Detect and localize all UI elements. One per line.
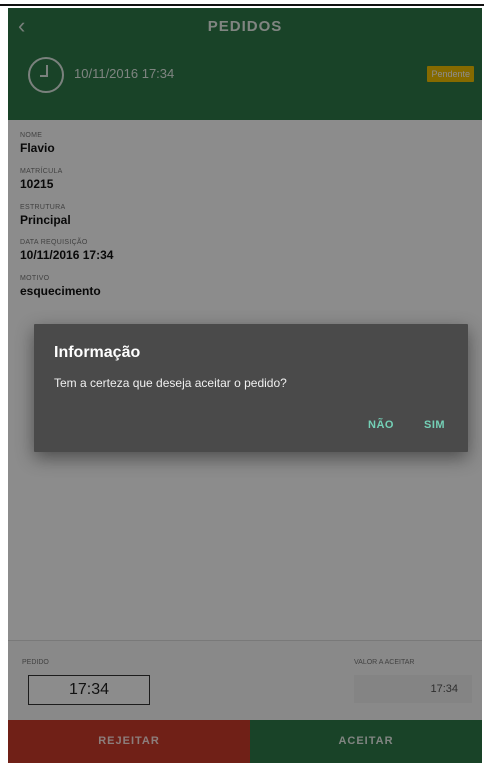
top-border-line bbox=[0, 4, 484, 6]
device-frame: ‹ PEDIDOS 10/11/2016 17:34 Pendente NOME… bbox=[0, 0, 484, 763]
confirm-dialog: Informação Tem a certeza que deseja acei… bbox=[34, 324, 468, 452]
dialog-message: Tem a certeza que deseja aceitar o pedid… bbox=[54, 376, 287, 390]
yes-button[interactable]: SIM bbox=[424, 419, 445, 431]
app-screen: ‹ PEDIDOS 10/11/2016 17:34 Pendente NOME… bbox=[8, 8, 482, 763]
no-button[interactable]: NÃO bbox=[368, 419, 394, 431]
dialog-title: Informação bbox=[54, 344, 141, 361]
